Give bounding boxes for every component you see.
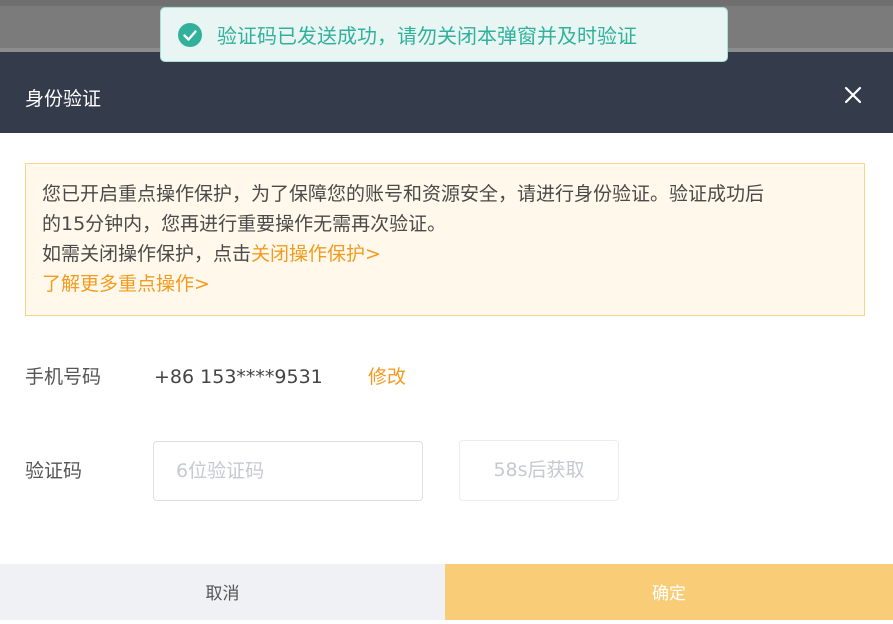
success-toast: 验证码已发送成功，请勿关闭本弹窗并及时验证 [160,7,728,62]
close-protection-link[interactable]: 关闭操作保护> [251,243,381,265]
notice-line-3-text: 如需关闭操作保护，点击 [42,243,252,265]
learn-more-link[interactable]: 了解更多重点操作> [42,273,210,295]
phone-label: 手机号码 [25,366,102,388]
modify-phone-link[interactable]: 修改 [368,365,406,389]
backdrop-top-bar [0,0,893,6]
phone-number: +86 153****9531 [154,366,323,388]
confirm-button[interactable]: 确定 [445,564,893,620]
verification-code-input[interactable] [153,441,423,501]
notice-line-4: 了解更多重点操作> [42,269,848,299]
protection-notice: 您已开启重点操作保护，为了保障您的账号和资源安全，请进行身份验证。验证成功后 的… [25,163,865,316]
toast-message: 验证码已发送成功，请勿关闭本弹窗并及时验证 [217,24,637,48]
check-circle-icon [178,23,202,47]
notice-line-2: 的15分钟内，您再进行重要操作无需再次验证。 [42,213,447,235]
modal-title: 身份验证 [25,88,102,110]
notice-line-1: 您已开启重点操作保护，为了保障您的账号和资源安全，请进行身份验证。验证成功后 [42,183,765,205]
close-icon [844,86,862,104]
cancel-button[interactable]: 取消 [0,564,445,620]
notice-line-3: 如需关闭操作保护，点击关闭操作保护> [42,239,848,269]
close-button[interactable] [840,82,866,108]
code-label: 验证码 [25,460,83,482]
resend-code-button[interactable]: 58s后获取 [459,440,619,501]
modal-header: 身份验证 [0,52,893,133]
